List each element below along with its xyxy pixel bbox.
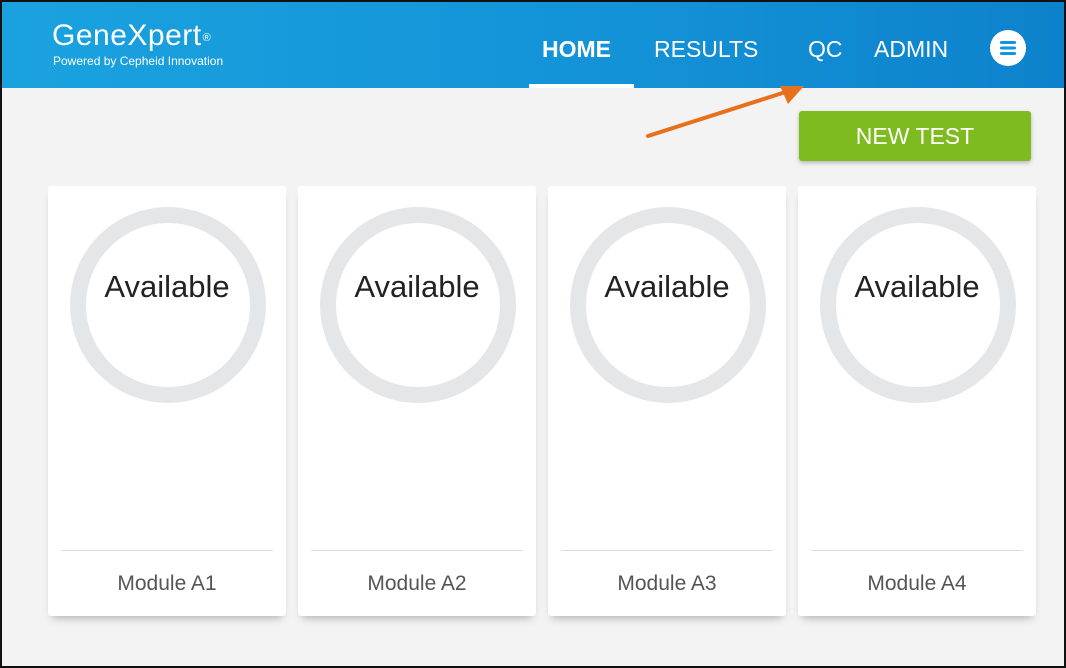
menu-button[interactable]	[990, 30, 1026, 66]
module-card-a1[interactable]: Available Module A1	[48, 186, 286, 616]
module-status: Available	[604, 269, 730, 304]
card-divider	[61, 550, 273, 551]
nav-active-indicator	[529, 84, 634, 88]
card-divider	[811, 550, 1023, 551]
status-ring	[70, 207, 266, 403]
nav-admin[interactable]: ADMIN	[874, 36, 948, 62]
app-window: GeneXpert® Powered by Cepheid Innovation…	[0, 0, 1066, 668]
module-label: Module A4	[867, 572, 967, 595]
module-card-a3[interactable]: Available Module A3	[548, 186, 786, 616]
status-ring	[820, 207, 1016, 403]
new-test-button[interactable]: NEW TEST	[799, 111, 1031, 161]
card-divider	[561, 550, 773, 551]
module-label: Module A2	[367, 572, 467, 595]
brand-name-text: GeneXpert	[52, 19, 202, 52]
brand-logo: GeneXpert® Powered by Cepheid Innovation	[52, 20, 224, 69]
arrow-icon	[646, 86, 804, 138]
brand-name: GeneXpert®	[52, 20, 223, 52]
brand-tagline: Powered by Cepheid Innovation	[53, 54, 224, 68]
module-card-a4[interactable]: Available Module A4	[798, 186, 1036, 616]
nav-qc[interactable]: QC	[808, 36, 843, 62]
nav-results[interactable]: RESULTS	[654, 36, 758, 62]
menu-icon	[1000, 41, 1016, 55]
registered-mark: ®	[202, 32, 212, 44]
module-status: Available	[104, 269, 230, 304]
status-ring	[320, 207, 516, 403]
module-label: Module A1	[117, 572, 217, 595]
module-status: Available	[854, 269, 980, 304]
card-divider	[311, 550, 523, 551]
module-status: Available	[354, 269, 480, 304]
status-ring	[570, 207, 766, 403]
module-label: Module A3	[617, 572, 717, 595]
top-bar: GeneXpert® Powered by Cepheid Innovation…	[2, 2, 1064, 88]
module-card-a2[interactable]: Available Module A2	[298, 186, 536, 616]
nav-home[interactable]: HOME	[542, 36, 611, 62]
